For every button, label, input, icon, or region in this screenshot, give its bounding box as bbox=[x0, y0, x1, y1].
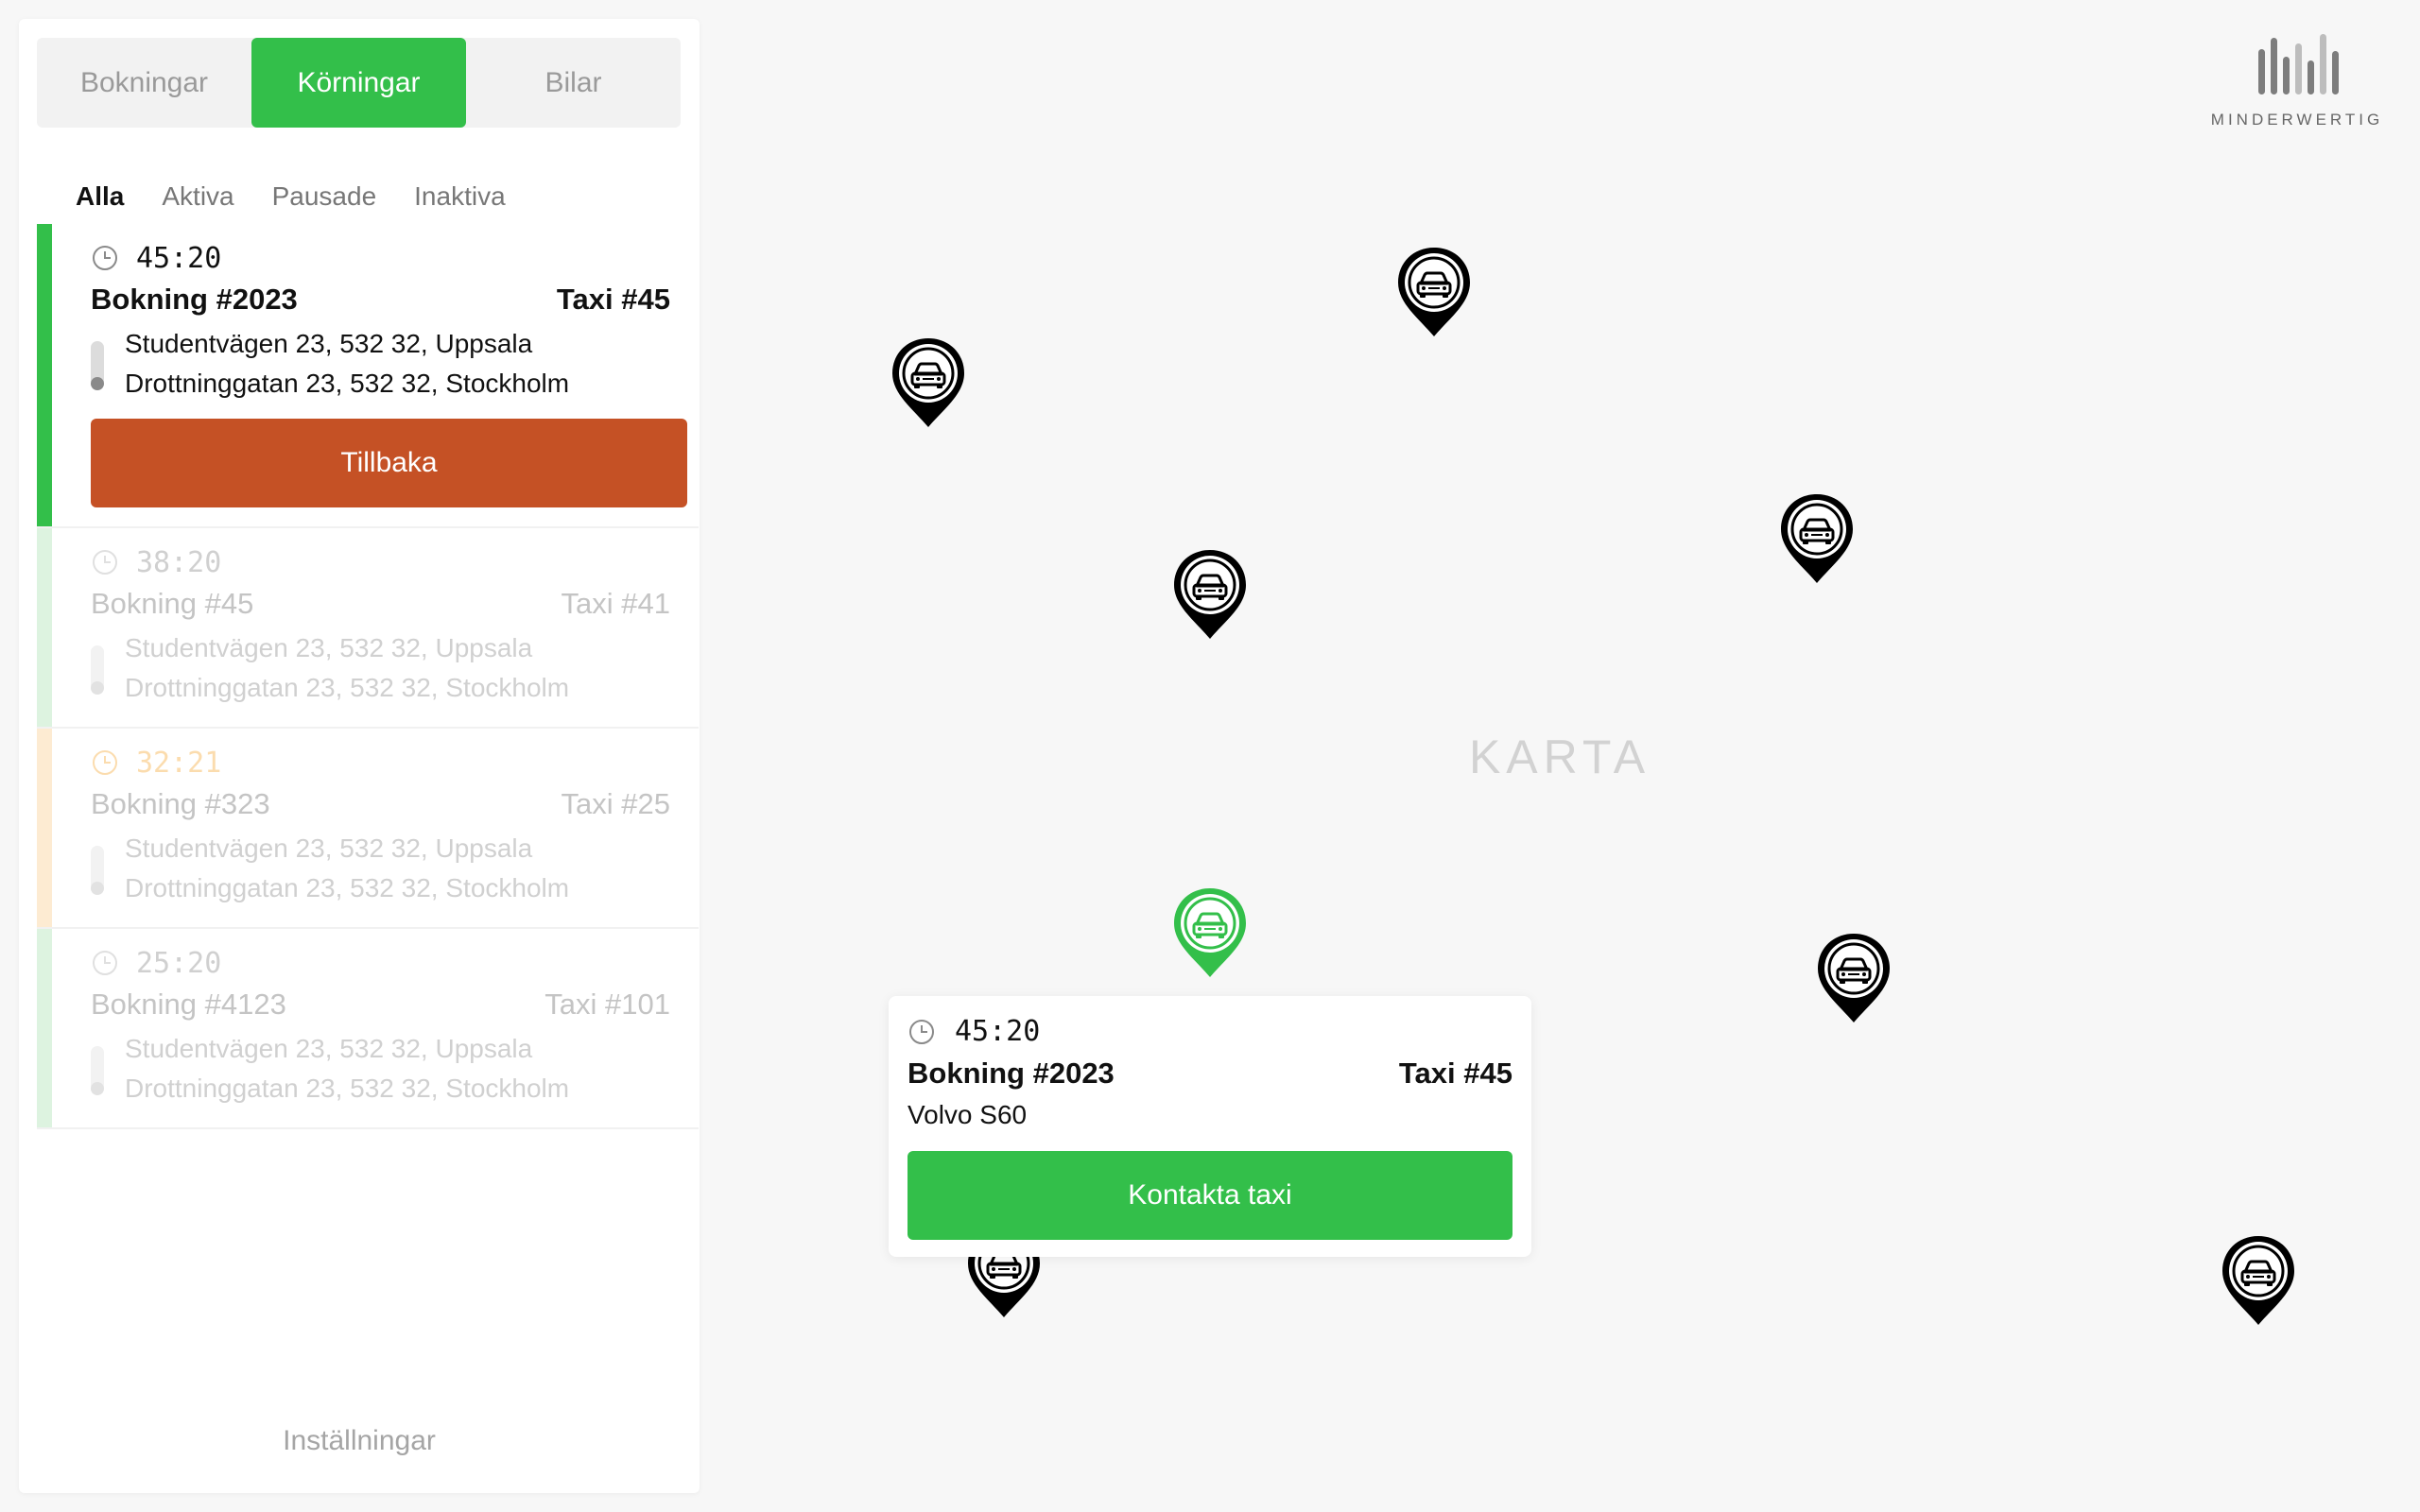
ride-time: 25:20 bbox=[136, 946, 222, 980]
filter-alla[interactable]: Alla bbox=[76, 181, 124, 212]
tab-bilar[interactable]: Bilar bbox=[466, 38, 681, 128]
tab-bokningar[interactable]: Bokningar bbox=[37, 38, 251, 128]
ride-list: 45:20 Bokning #2023 Taxi #45 Studentväge… bbox=[37, 224, 699, 1129]
status-bar bbox=[37, 528, 52, 727]
ride-time: 45:20 bbox=[136, 241, 222, 275]
route-track bbox=[91, 846, 104, 895]
ride-time: 32:21 bbox=[136, 746, 222, 780]
logo-mark-icon bbox=[2258, 34, 2339, 94]
clock-icon bbox=[93, 550, 117, 575]
ride-card[interactable]: 38:20 Bokning #45 Taxi #41 Studentvägen … bbox=[37, 528, 699, 729]
dropoff-address: Drottninggatan 23, 532 32, Stockholm bbox=[125, 1074, 570, 1103]
popup-time: 45:20 bbox=[955, 1015, 1041, 1048]
booking-number: Bokning #2023 bbox=[91, 283, 298, 316]
car-pin-icon[interactable] bbox=[1171, 547, 1249, 642]
taxi-number: Taxi #45 bbox=[556, 283, 670, 316]
popup-taxi-number: Taxi #45 bbox=[1398, 1057, 1512, 1090]
car-model: Volvo S60 bbox=[908, 1100, 1028, 1129]
ride-card[interactable]: 45:20 Bokning #2023 Taxi #45 Studentväge… bbox=[37, 224, 699, 528]
map-placeholder-label: KARTA bbox=[1468, 730, 1651, 783]
status-bar bbox=[37, 929, 52, 1127]
route-track bbox=[91, 645, 104, 695]
car-pin-icon[interactable] bbox=[1778, 491, 1856, 586]
car-pin-icon[interactable] bbox=[1815, 931, 1893, 1025]
clock-icon bbox=[93, 246, 117, 270]
logo-text: MINDERWERTIG bbox=[2210, 111, 2384, 129]
car-pin-icon[interactable] bbox=[1395, 245, 1473, 339]
route-track bbox=[91, 1046, 104, 1095]
pickup-address: Studentvägen 23, 532 32, Uppsala bbox=[125, 1034, 533, 1063]
clock-icon bbox=[909, 1019, 934, 1044]
filter-aktiva[interactable]: Aktiva bbox=[162, 181, 233, 212]
ride-popup: 45:20 Bokning #2023 Taxi #45 Volvo S60 K… bbox=[889, 996, 1531, 1257]
clock-icon bbox=[93, 750, 117, 775]
tab-korningar[interactable]: Körningar bbox=[251, 38, 466, 128]
booking-number: Bokning #45 bbox=[91, 587, 254, 620]
booking-number: Bokning #323 bbox=[91, 787, 270, 820]
dropoff-address: Drottninggatan 23, 532 32, Stockholm bbox=[125, 369, 570, 398]
status-bar bbox=[37, 224, 52, 526]
settings-link[interactable]: Inställningar bbox=[19, 1425, 700, 1457]
back-button[interactable]: Tillbaka bbox=[91, 419, 687, 507]
pickup-address: Studentvägen 23, 532 32, Uppsala bbox=[125, 833, 533, 863]
popup-booking-number: Bokning #2023 bbox=[908, 1057, 1115, 1090]
selected-car-pin-icon[interactable] bbox=[1171, 885, 1249, 980]
car-pin-icon[interactable] bbox=[2220, 1233, 2297, 1328]
dropoff-address: Drottninggatan 23, 532 32, Stockholm bbox=[125, 673, 570, 702]
pickup-address: Studentvägen 23, 532 32, Uppsala bbox=[125, 329, 533, 358]
booking-number: Bokning #4123 bbox=[91, 988, 286, 1021]
ride-time: 38:20 bbox=[136, 545, 222, 579]
dropoff-address: Drottninggatan 23, 532 32, Stockholm bbox=[125, 873, 570, 902]
ride-card[interactable]: 25:20 Bokning #4123 Taxi #101 Studentväg… bbox=[37, 929, 699, 1129]
clock-icon bbox=[93, 951, 117, 975]
ride-card[interactable]: 32:21 Bokning #323 Taxi #25 Studentvägen… bbox=[37, 729, 699, 929]
taxi-number: Taxi #25 bbox=[561, 787, 670, 820]
logo: MINDERWERTIG bbox=[2203, 32, 2392, 129]
filter-inaktiva[interactable]: Inaktiva bbox=[414, 181, 506, 212]
pickup-address: Studentvägen 23, 532 32, Uppsala bbox=[125, 633, 533, 662]
filter-tabs: Alla Aktiva Pausade Inaktiva bbox=[76, 181, 506, 212]
taxi-number: Taxi #101 bbox=[544, 988, 670, 1021]
taxi-number: Taxi #41 bbox=[561, 587, 670, 620]
contact-taxi-button[interactable]: Kontakta taxi bbox=[908, 1151, 1512, 1240]
car-pin-icon[interactable] bbox=[890, 335, 967, 430]
sidebar: Bokningar Körningar Bilar Alla Aktiva Pa… bbox=[19, 19, 700, 1493]
route-track bbox=[91, 341, 104, 390]
main-tabs: Bokningar Körningar Bilar bbox=[37, 38, 681, 128]
filter-pausade[interactable]: Pausade bbox=[272, 181, 377, 212]
status-bar bbox=[37, 729, 52, 927]
